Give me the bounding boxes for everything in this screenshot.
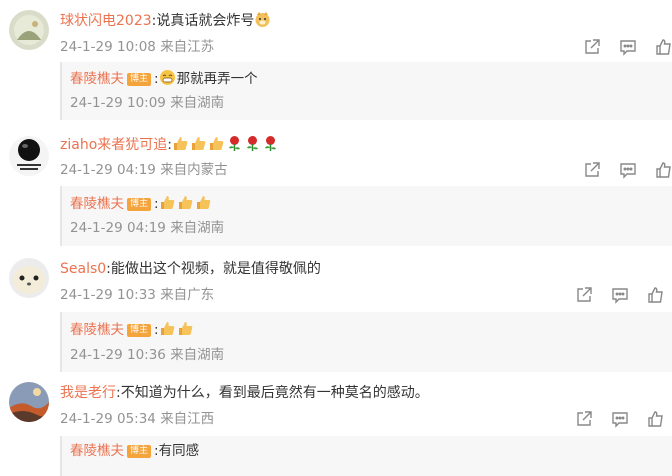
comment-time: 24-1-29 04:19 xyxy=(60,162,156,178)
like-icon[interactable] xyxy=(646,285,666,305)
comment-text: 不知道为什么，看到最后竟然有一种莫名的感动。 xyxy=(120,385,429,401)
comment-time: 24-1-29 05:34 xyxy=(60,411,156,427)
reply-meta: 24-1-29 10:36 来自湖南 xyxy=(70,346,224,364)
comment-location: 来自广东 xyxy=(160,287,215,303)
like-icon[interactable] xyxy=(646,409,666,429)
comment-actions xyxy=(582,160,672,180)
comment-body: ziaho来者犹可追: xyxy=(60,135,280,154)
comment-body: 我是老行:不知道为什么，看到最后竟然有一种莫名的感动。 xyxy=(60,385,429,401)
comment-icon[interactable] xyxy=(618,160,638,180)
blogger-badge: 博主 xyxy=(127,73,152,86)
comment-text: 说真话就会炸号 xyxy=(156,13,255,29)
comment-body: Seals0:能做出这个视频，就是值得敬佩的 xyxy=(60,261,321,277)
comment-actions xyxy=(582,37,672,57)
comment-body: 球状闪电2023:说真话就会炸号 xyxy=(60,11,272,30)
thumbs-up-emoji xyxy=(172,135,189,152)
comment-icon[interactable] xyxy=(618,37,638,57)
grin-face-emoji xyxy=(159,69,176,86)
reply-box: 春陵樵夫 博主:有同感 xyxy=(60,436,672,476)
blogger-badge: 博主 xyxy=(127,324,152,337)
comment-icon[interactable] xyxy=(610,409,630,429)
comment-username[interactable]: 球状闪电2023 xyxy=(60,13,152,29)
comment-username[interactable]: Seals0 xyxy=(60,261,106,277)
thumbs-up-emoji xyxy=(190,135,207,152)
reply-box: 春陵樵夫 博主: 24-1-29 10:36 来自湖南 xyxy=(60,312,672,372)
comment-meta: 24-1-29 04:19 来自内蒙古 xyxy=(60,161,228,179)
reply-username[interactable]: 春陵樵夫 xyxy=(70,196,124,212)
user-avatar[interactable] xyxy=(9,136,49,176)
reply-location: 来自湖南 xyxy=(170,220,225,236)
comment-time: 24-1-29 10:33 xyxy=(60,287,156,303)
share-icon[interactable] xyxy=(582,37,602,57)
rose-emoji xyxy=(226,135,243,152)
comment-username[interactable]: 我是老行 xyxy=(60,385,116,401)
reply-username[interactable]: 春陵樵夫 xyxy=(70,71,124,87)
comment-icon[interactable] xyxy=(610,285,630,305)
thumbs-up-emoji xyxy=(208,135,225,152)
comment-location: 来自江苏 xyxy=(160,39,215,55)
reply-username[interactable]: 春陵樵夫 xyxy=(70,443,124,459)
comment-item: ziaho来者犹可追: 24-1-29 04:19 来自内蒙古 春陵樵夫 博主: … xyxy=(0,124,672,250)
comment-meta: 24-1-29 10:33 来自广东 xyxy=(60,286,214,304)
blogger-badge: 博主 xyxy=(127,445,152,458)
reply-box: 春陵樵夫 博主: 那就再弄一个 24-1-29 10:09 来自湖南 xyxy=(60,62,672,120)
reply-meta: 24-1-29 04:19 来自湖南 xyxy=(70,219,224,237)
rose-emoji xyxy=(244,135,261,152)
doge-face-emoji xyxy=(254,11,271,28)
comment-location: 来自江西 xyxy=(160,411,215,427)
comment-text: 能做出这个视频，就是值得敬佩的 xyxy=(110,261,321,277)
reply-username[interactable]: 春陵樵夫 xyxy=(70,322,124,338)
thumbs-up-emoji xyxy=(177,194,194,211)
user-avatar[interactable] xyxy=(9,10,49,50)
rose-emoji xyxy=(262,135,279,152)
reply-text: 有同感 xyxy=(158,443,200,459)
blogger-badge: 博主 xyxy=(127,198,152,211)
thumbs-up-emoji xyxy=(177,320,194,337)
reply-body: 春陵樵夫 博主: xyxy=(70,320,195,339)
reply-location: 来自湖南 xyxy=(170,95,225,111)
comment-item: Seals0:能做出这个视频，就是值得敬佩的 24-1-29 10:33 来自广… xyxy=(0,250,672,374)
reply-body: 春陵樵夫 博主: 那就再弄一个 xyxy=(70,69,258,87)
comment-item: 球状闪电2023:说真话就会炸号 24-1-29 10:08 来自江苏 春陵樵夫… xyxy=(0,0,672,124)
reply-time: 24-1-29 04:19 xyxy=(70,220,166,236)
user-avatar[interactable] xyxy=(9,382,49,422)
thumbs-up-emoji xyxy=(195,194,212,211)
reply-location: 来自湖南 xyxy=(170,347,225,363)
comment-meta: 24-1-29 05:34 来自江西 xyxy=(60,410,214,428)
user-avatar[interactable] xyxy=(9,258,49,298)
share-icon[interactable] xyxy=(574,409,594,429)
share-icon[interactable] xyxy=(582,160,602,180)
share-icon[interactable] xyxy=(574,285,594,305)
reply-body: 春陵樵夫 博主:有同感 xyxy=(70,443,200,459)
thumbs-up-emoji xyxy=(159,194,176,211)
comment-actions xyxy=(574,285,666,305)
reply-text: 那就再弄一个 xyxy=(176,71,258,87)
like-icon[interactable] xyxy=(654,160,672,180)
comment-username[interactable]: ziaho来者犹可追 xyxy=(60,137,167,153)
comment-time: 24-1-29 10:08 xyxy=(60,39,156,55)
comment-item: 我是老行:不知道为什么，看到最后竟然有一种莫名的感动。 24-1-29 05:3… xyxy=(0,374,672,476)
comment-location: 来自内蒙古 xyxy=(160,162,228,178)
reply-time: 24-1-29 10:36 xyxy=(70,347,166,363)
comment-actions xyxy=(574,409,666,429)
thumbs-up-emoji xyxy=(159,320,176,337)
comment-meta: 24-1-29 10:08 来自江苏 xyxy=(60,38,214,56)
reply-meta: 24-1-29 10:09 来自湖南 xyxy=(70,94,224,112)
reply-body: 春陵樵夫 博主: xyxy=(70,194,213,213)
reply-box: 春陵樵夫 博主: 24-1-29 04:19 来自湖南 xyxy=(60,186,672,246)
reply-time: 24-1-29 10:09 xyxy=(70,95,166,111)
like-icon[interactable] xyxy=(654,37,672,57)
